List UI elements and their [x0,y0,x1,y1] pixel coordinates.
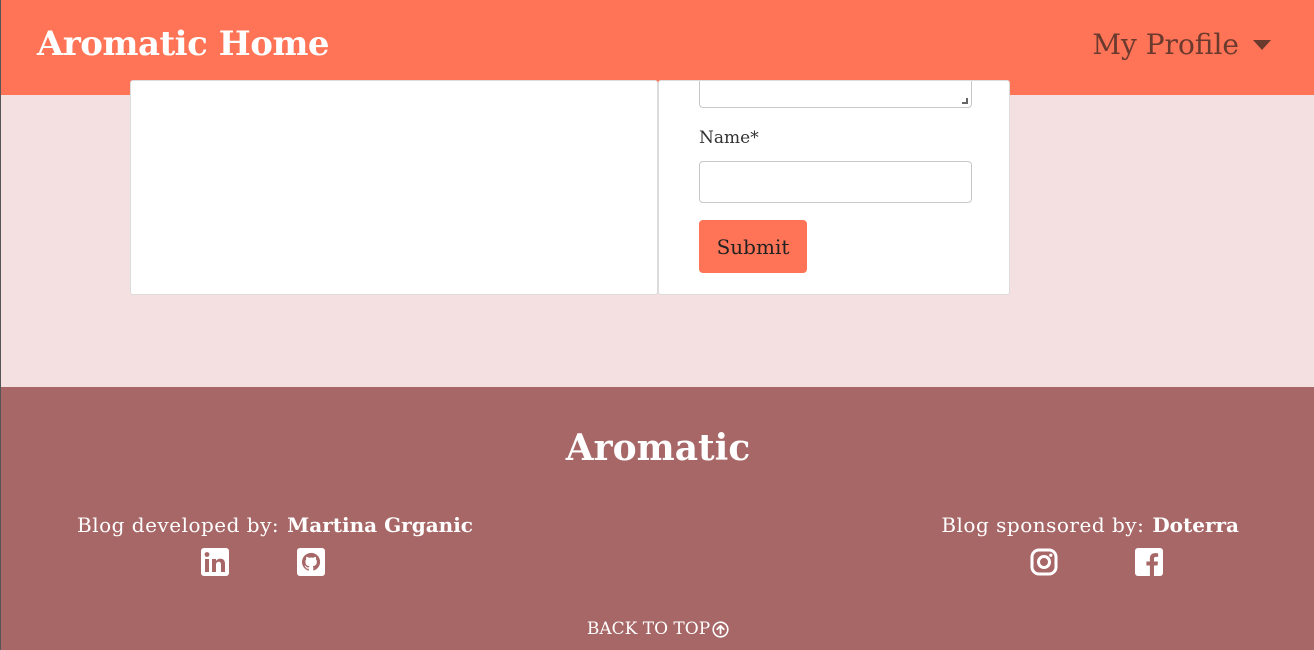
name-label: Name* [699,128,759,148]
caret-down-icon [1253,39,1271,50]
arrow-up-circle-icon [712,620,729,638]
instagram-icon[interactable] [1030,548,1058,576]
my-profile-label: My Profile [1092,28,1239,61]
my-profile-dropdown[interactable]: My Profile [1092,28,1271,61]
post-card [130,80,658,295]
name-input[interactable] [699,161,972,203]
comment-form-card: Name* Submit [658,80,1010,295]
sponsor-name: Doterra [1152,513,1239,537]
developer-name: Martina Grganic [287,513,473,537]
developer-credit: Blog developed by: Martina Grganic [77,513,473,537]
footer-title: Aromatic [565,427,751,469]
linkedin-icon[interactable] [201,548,229,576]
resize-handle-icon[interactable] [962,98,968,104]
facebook-icon[interactable] [1135,548,1163,576]
submit-button[interactable]: Submit [699,220,807,273]
developed-by-label: Blog developed by: [77,513,280,537]
sponsor-credit: Blog sponsored by: Doterra [941,513,1239,537]
comment-textarea[interactable] [699,81,972,108]
brand-link[interactable]: Aromatic Home [37,24,330,64]
back-to-top-label: BACK TO TOP [586,619,711,639]
github-icon[interactable] [297,548,325,576]
sponsored-by-label: Blog sponsored by: [941,513,1145,537]
back-to-top-link[interactable]: BACK TO TOP [1,619,1314,639]
footer: Aromatic Blog developed by: Martina Grgan… [1,387,1314,650]
